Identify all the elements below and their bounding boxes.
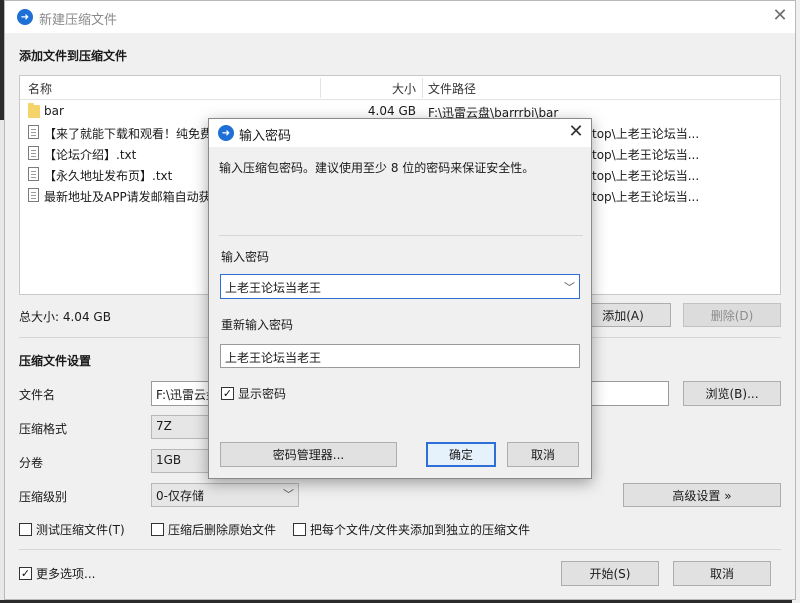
delete-original-checkbox[interactable] (151, 523, 164, 536)
password-combo-input[interactable]: 上老王论坛当老王 ﹀ (220, 274, 580, 299)
dialog-divider (219, 235, 583, 236)
checkmark-icon: ✓ (20, 567, 31, 580)
more-options-label[interactable]: 更多选项... (36, 565, 95, 582)
volume-label: 分卷 (19, 456, 44, 470)
password-value: 上老王论坛当老王 (225, 281, 322, 295)
app-logo-icon: ➜ (17, 9, 33, 25)
column-header-path[interactable]: 文件路径 (428, 80, 476, 97)
close-icon[interactable]: ✕ (565, 121, 587, 143)
file-name: 【永久地址发布页】.txt (44, 169, 173, 183)
title-bar[interactable]: ➜ 新建压缩文件 ✕ (5, 1, 795, 33)
file-path: top\上老王论坛当... (592, 148, 700, 162)
start-button[interactable]: 开始(S) (561, 561, 659, 586)
section-divider (19, 549, 781, 550)
password-label: 输入密码 (221, 250, 270, 264)
file-path: top\上老王论坛当... (592, 190, 700, 204)
test-archive-checkbox[interactable] (19, 523, 32, 536)
text-file-icon (28, 146, 39, 160)
column-separator[interactable] (320, 78, 321, 98)
password-manager-button[interactable]: 密码管理器... (220, 442, 397, 467)
file-name: 【论坛介绍】.txt (44, 148, 137, 162)
password-description: 输入压缩包密码。建议使用至少 8 位的密码来保证安全性。 (219, 161, 535, 175)
password-dialog-title-bar[interactable]: ➜ 输入密码 ✕ (209, 119, 591, 147)
checkmark-icon: ✓ (222, 387, 233, 400)
column-header-name[interactable]: 名称 (28, 80, 52, 97)
add-files-heading: 添加文件到压缩文件 (19, 49, 128, 63)
text-file-icon (28, 167, 39, 181)
text-file-icon (28, 125, 39, 139)
window-title: 新建压缩文件 (39, 13, 118, 28)
separate-archives-checkbox[interactable] (293, 523, 306, 536)
browse-button[interactable]: 浏览(B)... (683, 381, 781, 406)
close-icon[interactable]: ✕ (769, 5, 791, 27)
reenter-password-label: 重新输入密码 (221, 318, 294, 332)
reenter-password-input[interactable]: 上老王论坛当老王 (220, 344, 580, 368)
advanced-settings-button[interactable]: 高级设置 » (623, 483, 781, 507)
file-path: top\上老王论坛当... (592, 169, 700, 183)
total-size-text: 总大小: 4.04 GB (19, 310, 111, 324)
level-label: 压缩级别 (19, 490, 68, 504)
separate-archives-label[interactable]: 把每个文件/文件夹添加到独立的压缩文件 (310, 521, 530, 538)
more-options-checkbox[interactable]: ✓ (19, 567, 32, 580)
show-password-checkbox[interactable]: ✓ (221, 387, 234, 400)
ok-button[interactable]: 确定 (426, 442, 496, 467)
test-archive-label[interactable]: 测试压缩文件(T) (36, 521, 125, 538)
file-size: 4.04 GB (367, 104, 416, 118)
file-list-header: 名称 大小 文件路径 (20, 76, 780, 100)
cancel-button[interactable]: 取消 (673, 561, 771, 586)
file-path: top\上老王论坛当... (592, 127, 700, 141)
file-name: 【来了就能下载和观看！纯免费 (44, 127, 213, 141)
file-name: 最新地址及APP请发邮箱自动获 (44, 190, 211, 204)
chevron-down-icon: ﹀ (283, 488, 294, 501)
password-dialog: ➜ 输入密码 ✕ 输入压缩包密码。建议使用至少 8 位的密码来保证安全性。 输入… (208, 118, 592, 479)
format-label: 压缩格式 (19, 422, 68, 436)
dialog-cancel-button[interactable]: 取消 (507, 442, 579, 467)
filename-label: 文件名 (19, 388, 56, 402)
app-logo-icon: ➜ (218, 125, 234, 141)
volume-value: 1GB (156, 453, 182, 467)
column-separator[interactable] (422, 78, 423, 98)
level-select[interactable]: 0-仅存储 ﹀ (151, 483, 299, 507)
reenter-password-value: 上老王论坛当老王 (225, 351, 322, 365)
settings-heading: 压缩文件设置 (19, 354, 92, 368)
show-password-label[interactable]: 显示密码 (238, 385, 286, 402)
delete-original-label[interactable]: 压缩后删除原始文件 (168, 521, 276, 538)
text-file-icon (28, 188, 39, 202)
level-value: 0-仅存储 (156, 489, 204, 503)
column-header-size[interactable]: 大小 (390, 80, 416, 97)
delete-button[interactable]: 删除(D) (683, 303, 781, 327)
file-name: bar (44, 104, 64, 118)
password-dialog-title: 输入密码 (239, 129, 292, 144)
format-value: 7Z (156, 419, 172, 433)
folder-icon (28, 103, 40, 118)
chevron-down-icon[interactable]: ﹀ (564, 279, 575, 295)
